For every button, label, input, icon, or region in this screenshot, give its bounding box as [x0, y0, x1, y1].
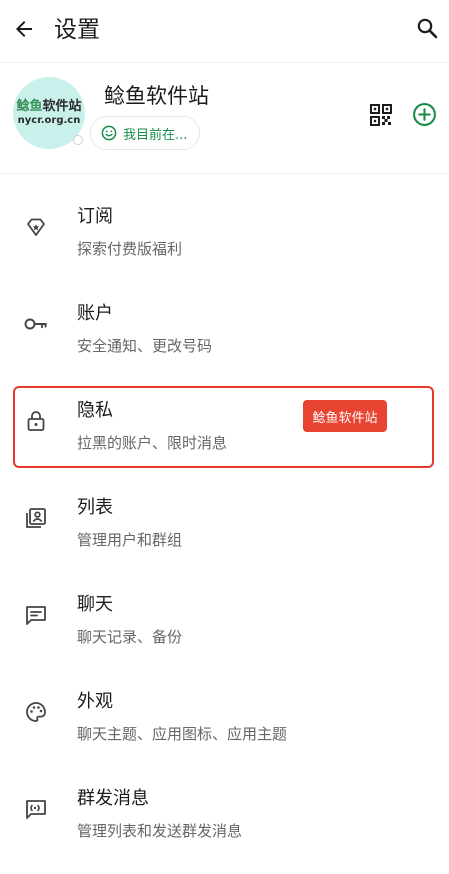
- menu-item-subtitle: 安全通知、更改号码: [77, 337, 213, 355]
- profile-name: 鲶鱼软件站: [104, 84, 209, 108]
- menu-item-lists[interactable]: 列表 管理用户和群组: [0, 471, 449, 567]
- menu-item-title: 外观: [77, 691, 113, 712]
- diamond-icon: [23, 214, 49, 240]
- menu-item-broadcasts[interactable]: 群发消息 管理列表和发送群发消息: [0, 762, 449, 858]
- smiley-icon: [101, 125, 117, 141]
- plus-circle-icon: [413, 103, 436, 126]
- broadcast-icon: [23, 796, 49, 822]
- profile-card[interactable]: 鲶鱼软件站 nycr.org.cn 鲶鱼软件站 我目前在...: [0, 63, 449, 173]
- menu-item-subtitle: 聊天记录、备份: [77, 628, 183, 646]
- key-icon: [23, 311, 49, 337]
- menu-item-title: 群发消息: [77, 788, 149, 809]
- menu-item-title: 订阅: [77, 206, 113, 227]
- menu-item-title: 账户: [77, 303, 113, 324]
- divider: [0, 173, 449, 174]
- menu-item-title: 列表: [77, 497, 113, 518]
- chat-icon: [23, 602, 49, 628]
- menu-item-subtitle: 管理列表和发送群发消息: [77, 822, 243, 840]
- contact-list-icon: [23, 505, 49, 531]
- menu-item-subscription[interactable]: 订阅 探索付费版福利: [0, 180, 449, 276]
- avatar-logo-text: 鲶鱼软件站: [16, 99, 82, 114]
- palette-icon: [23, 699, 49, 725]
- menu-item-title: 聊天: [77, 594, 113, 615]
- menu-item-subtitle: 探索付费版福利: [77, 240, 183, 258]
- status-text: 我目前在...: [123, 127, 188, 143]
- status-button[interactable]: 我目前在...: [90, 116, 200, 150]
- menu-item-account[interactable]: 账户 安全通知、更改号码: [0, 277, 449, 373]
- menu-item-appearance[interactable]: 外观 聊天主题、应用图标、应用主题: [0, 665, 449, 761]
- arrow-left-icon: [16, 21, 32, 37]
- menu-item-subtitle: 管理用户和群组: [77, 531, 183, 549]
- back-button[interactable]: [10, 14, 38, 44]
- page-title: 设置: [54, 17, 100, 43]
- search-button[interactable]: [413, 14, 441, 42]
- menu-item-subtitle: 聊天主题、应用图标、应用主题: [77, 725, 288, 743]
- qr-code-button[interactable]: [369, 103, 393, 127]
- avatar-logo-sub: nycr.org.cn: [17, 115, 81, 126]
- add-account-button[interactable]: [412, 102, 437, 127]
- top-app-bar: 设置: [0, 0, 449, 62]
- qr-code-icon: [370, 104, 392, 126]
- menu-item-chats[interactable]: 聊天 聊天记录、备份: [0, 568, 449, 664]
- status-indicator: [73, 135, 83, 145]
- watermark-badge: 鲶鱼软件站: [303, 400, 387, 432]
- search-icon: [417, 18, 438, 39]
